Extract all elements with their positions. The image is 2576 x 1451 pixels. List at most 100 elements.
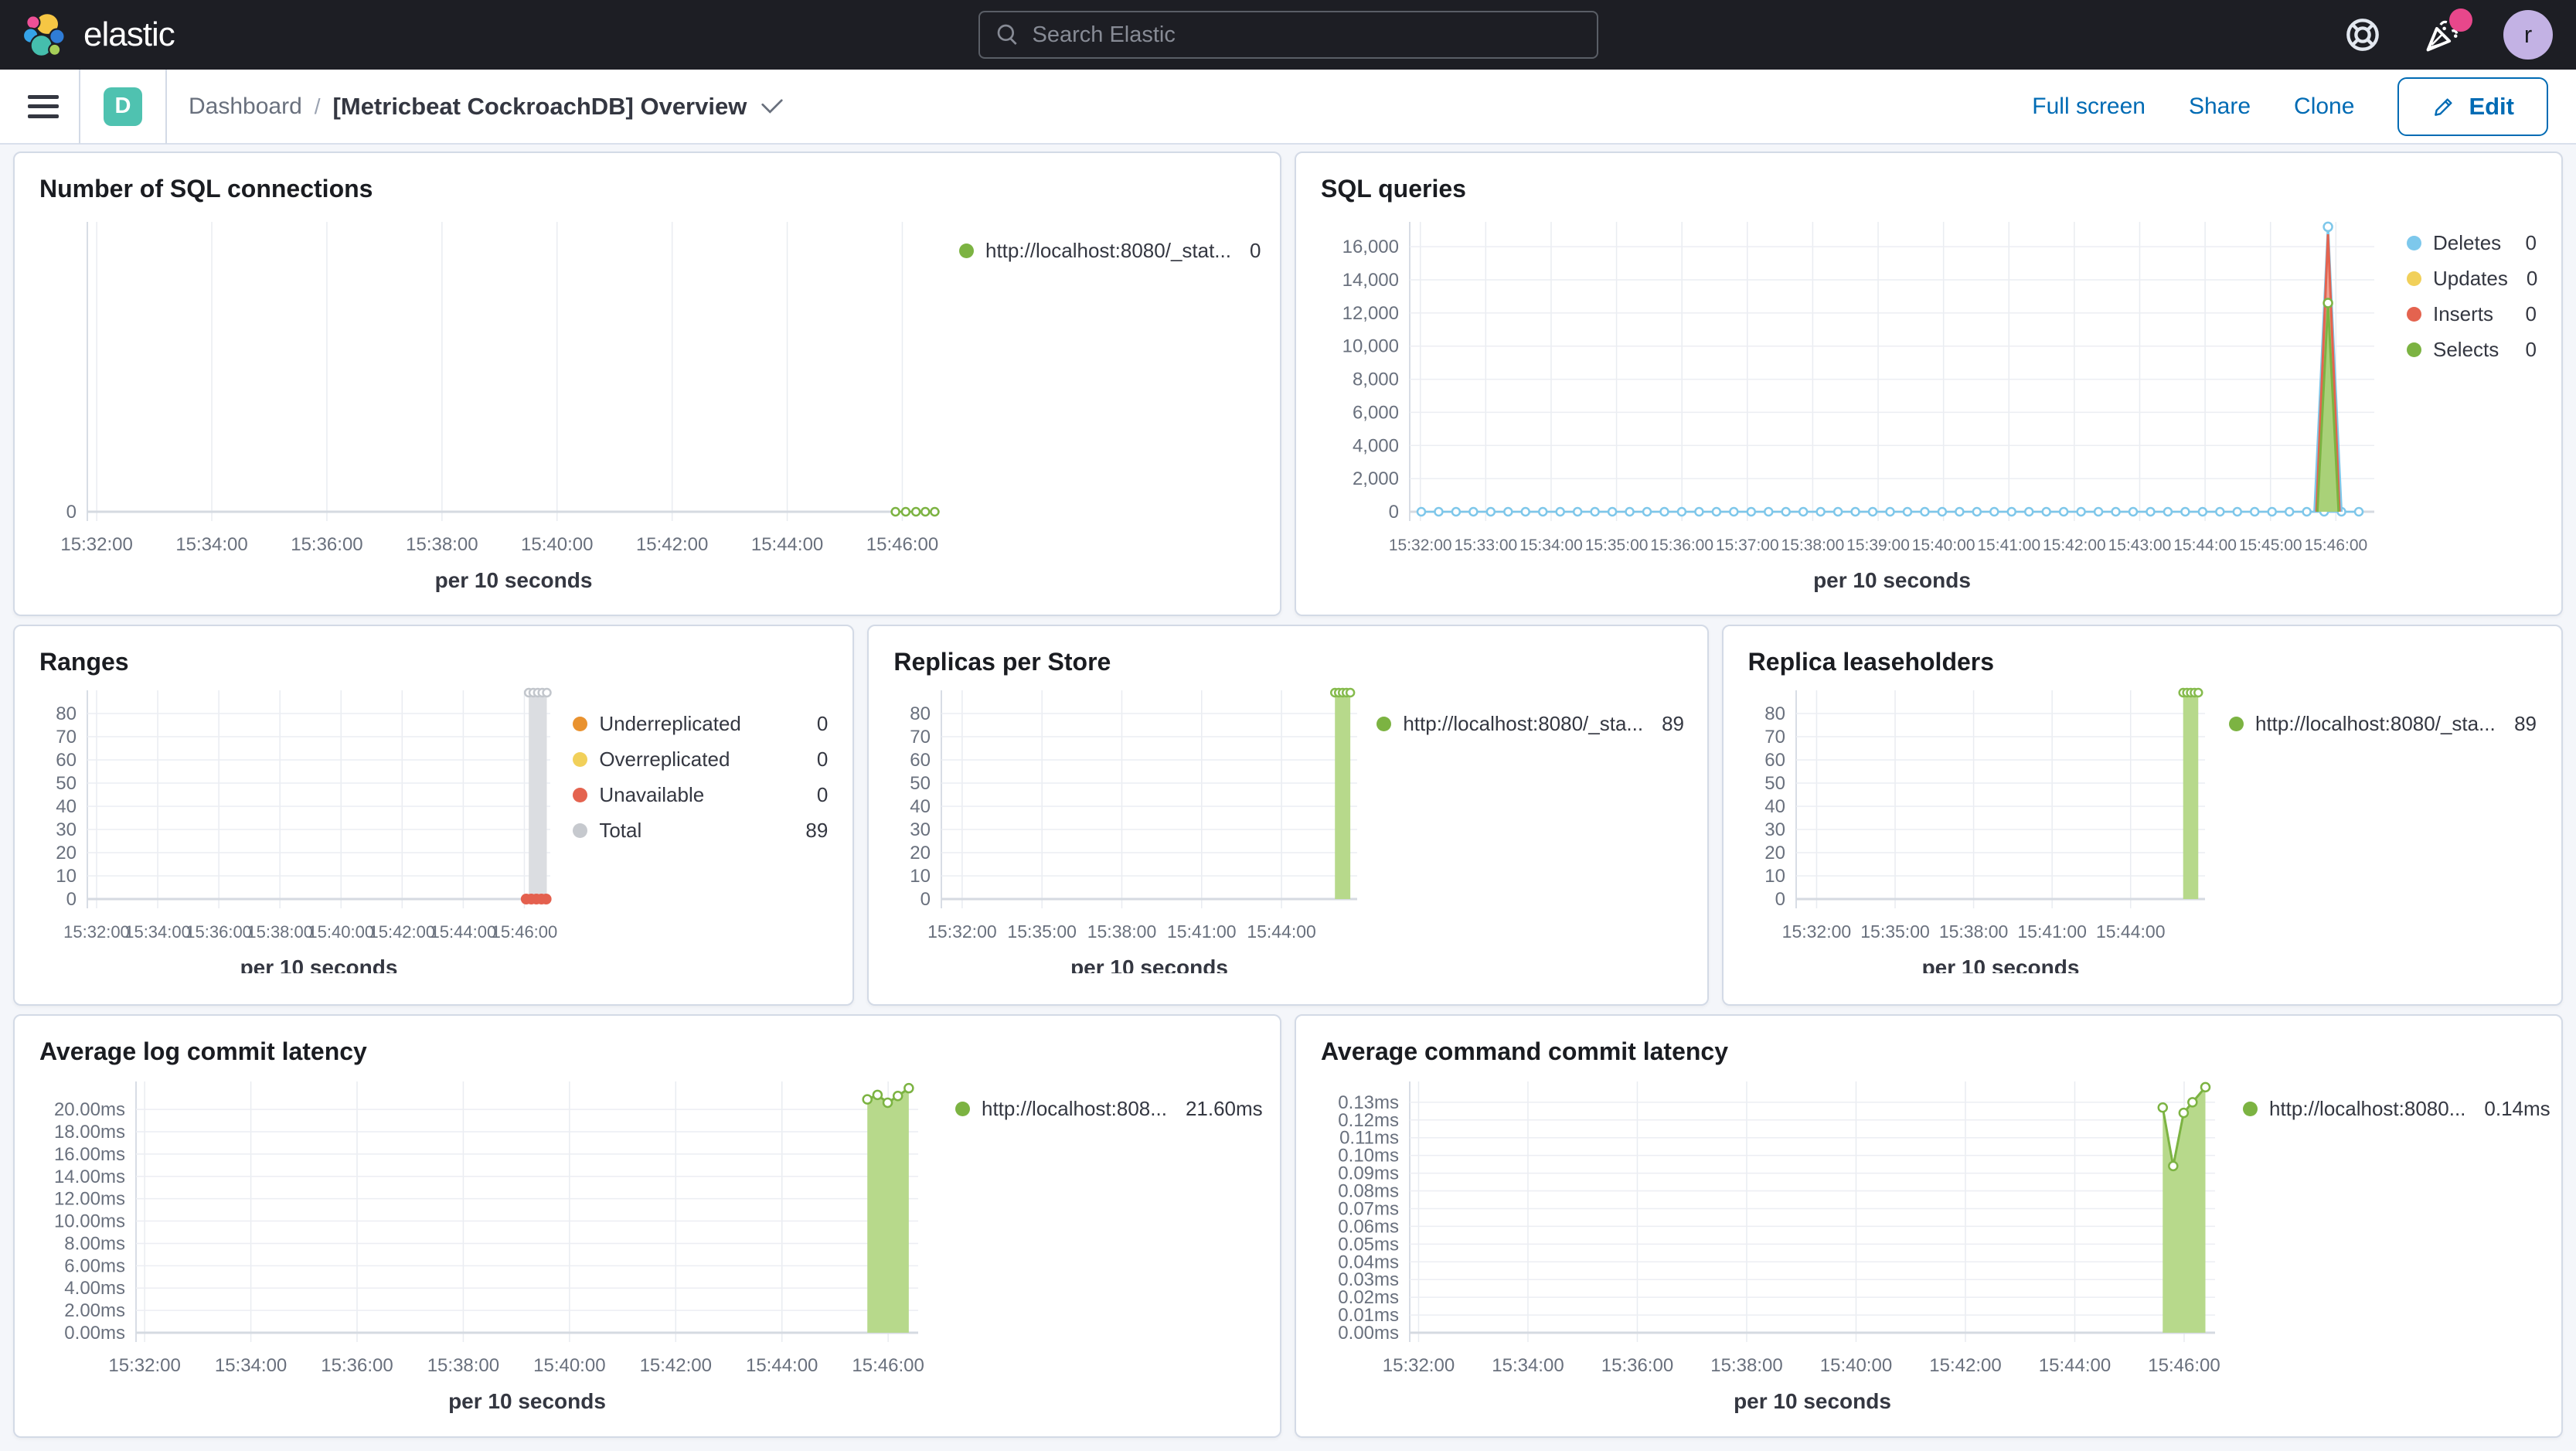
legend-swatch [2407,236,2421,250]
help-lifebuoy-icon[interactable] [2343,15,2383,55]
legend-item-inserts[interactable]: Inserts 0 [2407,302,2537,326]
legend-value: 0.14ms [2484,1097,2550,1120]
menu-hamburger-icon[interactable] [28,94,59,118]
panel-sql-queries[interactable]: SQL queries 15:32:00 15:33:00 15:34:00 15:3… [1295,152,2563,616]
legend-value: 89 [2514,712,2537,735]
legend-item-underreplicated[interactable]: Underreplicated 0 [573,712,828,736]
svg-text:20.00ms: 20.00ms [54,1099,125,1120]
dashboard-title[interactable]: [Metricbeat CockroachDB] Overview [333,93,784,121]
top-navbar: elastic r [0,0,2576,70]
svg-text:0: 0 [1389,502,1399,523]
breadcrumb-separator: / [314,94,321,118]
legend-item-selects[interactable]: Selects 0 [2407,338,2537,362]
svg-text:15:42:00: 15:42:00 [369,922,435,942]
panel-ranges[interactable]: Ranges 15:32:00 15:34:00 15:36:00 15:38:00 1… [13,625,855,1006]
clone-button[interactable]: Clone [2294,94,2354,120]
svg-text:per 10 seconds: per 10 seconds [1734,1389,1891,1413]
app-badge-letter: D [114,94,131,118]
legend-item-http-localhost-8080-sta-[interactable]: http://localhost:8080/_sta... 89 [1376,712,1684,736]
legend-item-updates[interactable]: Updates 0 [2407,267,2537,291]
svg-text:0: 0 [66,889,77,910]
svg-text:15:40:00: 15:40:00 [533,1355,605,1376]
svg-text:30: 30 [56,819,77,840]
svg-text:15:43:00: 15:43:00 [2108,536,2172,554]
legend-value: 0 [816,748,829,771]
global-search[interactable] [978,11,1598,59]
chevron-down-icon [761,98,783,114]
legend-swatch [959,244,974,258]
legend-item-http-localhost-8080-[interactable]: http://localhost:8080... 0.14ms [2243,1097,2550,1121]
svg-text:15:46:00: 15:46:00 [2148,1355,2220,1376]
svg-text:15:36:00: 15:36:00 [321,1355,393,1376]
svg-text:15:38:00: 15:38:00 [1938,921,2008,942]
svg-text:0: 0 [1775,889,1785,910]
panel-avg-log-commit-latency[interactable]: Average log commit latency 15:32:00 15:34… [13,1014,1281,1438]
legend-value: 0 [2525,231,2537,254]
panel-title: Ranges [39,648,129,676]
full-screen-button[interactable]: Full screen [2032,94,2146,120]
svg-text:15:44:00: 15:44:00 [430,922,497,942]
svg-text:15:32:00: 15:32:00 [60,534,132,555]
user-avatar[interactable]: r [2503,10,2553,60]
legend-item-deletes[interactable]: Deletes 0 [2407,231,2537,255]
chart-legend: http://localhost:808... 21.60ms [955,1069,1263,1417]
svg-text:40: 40 [1764,796,1785,817]
panel-replicas-per-store[interactable]: Replicas per Store 15:32:00 15:35:00 15:38… [867,625,1709,1006]
legend-item-overreplicated[interactable]: Overreplicated 0 [573,748,828,771]
chart-replicas-per-store[interactable]: 15:32:00 15:35:00 15:38:00 15:41:00 15:44:00… [893,680,1376,979]
svg-text:15:37:00: 15:37:00 [1716,536,1779,554]
legend-item-total[interactable]: Total 89 [573,819,828,843]
legend-value: 0 [2525,302,2537,325]
svg-text:15:42:00: 15:42:00 [636,534,708,555]
share-button[interactable]: Share [2189,94,2251,120]
svg-text:20: 20 [910,843,931,863]
search-input[interactable] [1032,22,1581,48]
legend-swatch [2407,342,2421,357]
chart-avg-command-commit-latency[interactable]: 15:32:00 15:34:00 15:36:00 15:38:00 15:40:00… [1321,1069,2237,1417]
svg-text:per 10 seconds: per 10 seconds [448,1389,606,1413]
svg-text:15:44:00: 15:44:00 [1247,921,1317,942]
svg-text:15:38:00: 15:38:00 [247,922,313,942]
search-icon [997,24,1017,45]
brand-text: elastic [83,15,175,53]
newsfeed-party-popper-icon[interactable] [2423,9,2472,55]
chart-replica-leaseholders[interactable]: 15:32:00 15:35:00 15:38:00 15:41:00 15:44:00… [1748,680,2224,979]
svg-text:per 10 seconds: per 10 seconds [1813,568,1971,592]
chart-sql-queries[interactable]: 15:32:00 15:33:00 15:34:00 15:35:00 15:36:00… [1321,206,2394,597]
svg-text:70: 70 [1764,727,1785,748]
svg-text:15:36:00: 15:36:00 [1601,1355,1673,1376]
breadcrumb: Dashboard / [Metricbeat CockroachDB] Ove… [189,93,784,121]
chart-legend: http://localhost:8080/_sta... 89 [1376,680,1684,977]
svg-text:0.00ms: 0.00ms [64,1323,125,1344]
divider [79,69,80,144]
panel-sql-connections[interactable]: Number of SQL connections 15:32:00 15:34:… [13,152,1281,616]
legend-item-unavailable[interactable]: Unavailable 0 [573,783,828,807]
svg-text:60: 60 [56,750,77,771]
edit-button[interactable]: Edit [2397,77,2548,136]
panel-replica-leaseholders[interactable]: Replica leaseholders 15:32:00 15:35:00 15:… [1721,625,2563,1006]
elastic-logo-icon [23,12,66,57]
panel-avg-command-commit-latency[interactable]: Average command commit latency 15:32:00 1… [1295,1014,2563,1438]
svg-text:15:32:00: 15:32:00 [1389,536,1452,554]
legend-item-http-localhost-808-[interactable]: http://localhost:808... 21.60ms [955,1097,1263,1121]
elastic-logo[interactable]: elastic [23,12,175,58]
legend-item-http-localhost-8080-stat-[interactable]: http://localhost:8080/_stat... 0 [959,239,1261,263]
legend-value: 0 [816,712,829,735]
svg-text:per 10 seconds: per 10 seconds [1070,955,1228,973]
svg-text:0: 0 [66,502,77,523]
svg-text:15:40:00: 15:40:00 [308,922,374,942]
dashboard-app-badge[interactable]: D [104,87,142,126]
svg-text:6,000: 6,000 [1353,402,1399,423]
legend-item-http-localhost-8080-sta-[interactable]: http://localhost:8080/_sta... 89 [2229,712,2537,736]
breadcrumb-dashboard-link[interactable]: Dashboard [189,94,302,120]
svg-text:2,000: 2,000 [1353,468,1399,489]
svg-text:15:36:00: 15:36:00 [291,534,362,555]
chart-sql-connections[interactable]: 15:32:00 15:34:00 15:36:00 15:38:00 15:40:00… [39,206,959,597]
svg-text:10,000: 10,000 [1342,336,1399,357]
chart-avg-log-commit-latency[interactable]: 15:32:00 15:34:00 15:36:00 15:38:00 15:40:00… [39,1069,940,1417]
svg-text:15:45:00: 15:45:00 [2239,536,2302,554]
chart-ranges[interactable]: 15:32:00 15:34:00 15:36:00 15:38:00 15:40:00… [39,680,570,979]
svg-text:15:38:00: 15:38:00 [1781,536,1845,554]
panel-title: Replica leaseholders [1747,648,1995,676]
svg-text:15:42:00: 15:42:00 [2043,536,2106,554]
